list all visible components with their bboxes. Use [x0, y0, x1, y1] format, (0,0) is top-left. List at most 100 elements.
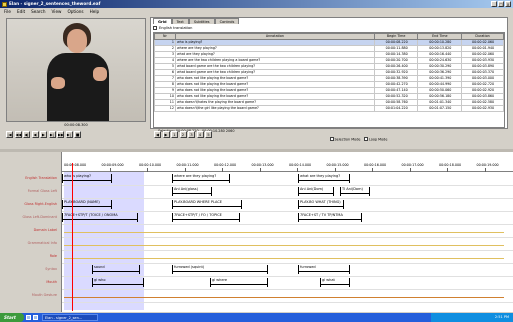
- menu-options[interactable]: Options: [67, 8, 83, 15]
- annotation-box[interactable]: who is playing?: [62, 174, 112, 183]
- start-button[interactable]: Start: [0, 313, 24, 322]
- signer-right-hand: [93, 67, 107, 81]
- stop-button[interactable]: ■: [74, 131, 81, 138]
- tier-track-line: [64, 258, 504, 259]
- table-row[interactable]: 12 who doesn't/the girl like playing the …: [154, 105, 504, 112]
- annotation-text: Ani Ani(Dom): [300, 187, 324, 191]
- annotation-box[interactable]: PLAY-BOARD (NAME): [62, 200, 112, 209]
- selection-mode-checkbox[interactable]: [330, 137, 334, 141]
- close-button[interactable]: x: [505, 1, 511, 7]
- playhead-crosshair[interactable]: [72, 163, 73, 311]
- menu-help[interactable]: Help: [90, 8, 100, 15]
- menu-bar: File Edit Search View Options Help: [0, 8, 513, 15]
- annotation-table: Nr Annotation Begin Time End Time Durati…: [154, 33, 504, 112]
- ruler-tick-label: 00:00:12.000: [214, 163, 237, 167]
- annotation-box[interactable]: where are they playing?: [172, 174, 230, 183]
- annotation-box[interactable]: 7FACE+ST / TV TP/NTMA: [298, 213, 362, 222]
- tab-text[interactable]: Text: [171, 18, 189, 24]
- annotation-baseline: [173, 206, 241, 207]
- annotation-box[interactable]: gl what: [320, 278, 350, 287]
- annotation-text: what are they playing?: [300, 174, 341, 178]
- tab-subtitles[interactable]: Subtitles: [188, 18, 215, 24]
- annotation-box[interactable]: gl who: [92, 278, 144, 287]
- ruler-tick-mark: [147, 168, 148, 172]
- rate-1-button[interactable]: 1: [171, 131, 178, 138]
- ruler-tick-mark: [447, 168, 448, 172]
- annotation-box[interactable]: 7FACE+STP/T / FO / TOPICE: [172, 213, 240, 222]
- annotation-text: PLAY-BOARD WHERE PLACE: [174, 200, 222, 204]
- annotation-box[interactable]: Ani Ani(Dom): [298, 187, 334, 196]
- tab-grid[interactable]: Grid: [153, 18, 172, 24]
- annotation-text: where are they playing?: [174, 174, 217, 178]
- loop-mode-toggle[interactable]: Loop Mode: [364, 137, 387, 142]
- next-scroll-button[interactable]: ▶|: [65, 131, 73, 138]
- annotation-box[interactable]: PLAY-BO WHAT (THING): [298, 200, 344, 209]
- time-ruler[interactable]: 00:00:08.000 00:00:09.000 00:00:10.000 00:0…: [62, 163, 513, 172]
- tier-track-line: [64, 232, 504, 233]
- tier-label[interactable]: Syntax: [45, 267, 57, 272]
- tier-label[interactable]: Role: [50, 254, 57, 259]
- quicklaunch-desktop-icon[interactable]: [33, 315, 38, 320]
- tier-row-divider: [62, 237, 513, 238]
- rate-5-button[interactable]: 5: [205, 131, 212, 138]
- rate-4-button[interactable]: 4: [196, 131, 204, 138]
- annotation-text: sound: [94, 265, 105, 269]
- annotation-box[interactable]: gl where: [210, 278, 268, 287]
- next-annotation-button[interactable]: ▶: [162, 131, 170, 138]
- menu-edit[interactable]: Edit: [17, 8, 25, 15]
- tier-checkbox[interactable]: [153, 26, 157, 30]
- ruler-tick-label: 00:00:10.000: [139, 163, 162, 167]
- menu-search[interactable]: Search: [31, 8, 45, 15]
- taskbar-item-elan[interactable]: Elan - signer_2_sen...: [42, 314, 98, 321]
- tier-label[interactable]: Grammatical Info: [28, 241, 57, 246]
- annotation-box[interactable]: Ani Ani(gloss): [172, 187, 212, 196]
- tier-label[interactable]: English Translation: [25, 176, 57, 181]
- annotation-box[interactable]: sound: [92, 265, 140, 274]
- annotation-box[interactable]: furrowed: [298, 265, 350, 274]
- annotation-baseline: [63, 206, 111, 207]
- annotation-box[interactable]: what are they playing?: [298, 174, 350, 183]
- prev-frame-button[interactable]: ◀: [31, 131, 39, 138]
- prev-scroll-button[interactable]: ◀◀: [14, 131, 22, 138]
- annotation-text: 7FACE+STP/T / FO / TOPICE: [174, 213, 222, 217]
- annotation-text: gl who: [94, 278, 106, 282]
- prev-annotation-button[interactable]: ◀: [154, 131, 161, 138]
- play-button[interactable]: ▶: [40, 131, 47, 138]
- ruler-tick-mark: [484, 168, 485, 172]
- annotation-box[interactable]: TI Ani(Dom): [340, 187, 370, 196]
- annotation-box[interactable]: 7FACE+STP/T (TOICE / ONOMA: [62, 213, 138, 222]
- annotation-text: furrowed (squint): [174, 265, 205, 269]
- tier-label[interactable]: Mouth: [46, 280, 57, 285]
- tab-controls[interactable]: Controls: [214, 18, 240, 24]
- selection-mode-toggle[interactable]: Selection Mode: [330, 137, 360, 142]
- tier-label[interactable]: Formal Gloss Left: [28, 189, 57, 194]
- tier-selector[interactable]: English translation: [153, 25, 192, 31]
- annotation-box[interactable]: PLAY-BOARD WHERE PLACE: [172, 200, 242, 209]
- annotation-box[interactable]: furrowed (squint): [172, 265, 268, 274]
- maximize-button[interactable]: □: [498, 1, 504, 7]
- tier-label[interactable]: Gloss Right-English: [24, 202, 57, 207]
- menu-file[interactable]: File: [4, 8, 11, 15]
- quicklaunch-ie-icon[interactable]: [26, 315, 31, 320]
- ruler-tick-label: 00:00:16.000: [364, 163, 387, 167]
- selection-mode-label: Selection Mode: [334, 137, 361, 142]
- video-viewer[interactable]: [6, 18, 146, 122]
- rate-3-button[interactable]: 3: [188, 131, 195, 138]
- tier-row-divider: [62, 250, 513, 251]
- menu-view[interactable]: View: [52, 8, 62, 15]
- annotation-grid[interactable]: Nr Annotation Begin Time End Time Durati…: [153, 32, 505, 128]
- rate-2-button[interactable]: 2: [179, 131, 187, 138]
- tier-label[interactable]: Domain Label: [34, 228, 57, 233]
- ruler-tick-label: 00:00:18.000: [439, 163, 462, 167]
- prev-second-button[interactable]: ◀|: [23, 131, 30, 138]
- minimize-button[interactable]: _: [491, 1, 497, 7]
- ruler-tick-label: 00:00:17.000: [401, 163, 424, 167]
- tier-label[interactable]: Mouth Gesture: [32, 293, 57, 298]
- tier-row-divider: [62, 289, 513, 290]
- next-frame-button[interactable]: ▶|: [48, 131, 56, 138]
- go-to-begin-button[interactable]: |◀: [6, 131, 13, 138]
- loop-mode-checkbox[interactable]: [364, 137, 368, 141]
- tier-label[interactable]: Gloss Left-Dominant: [23, 215, 58, 220]
- next-second-button[interactable]: ▶▶: [57, 131, 64, 138]
- annotation-text: PLAY-BO WHAT (THING): [300, 200, 341, 204]
